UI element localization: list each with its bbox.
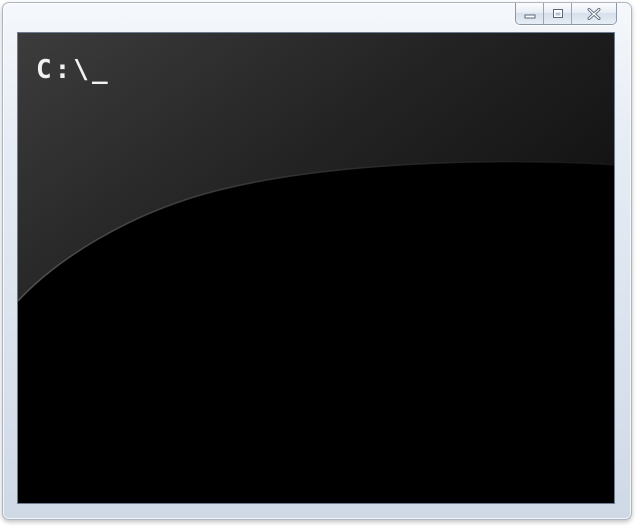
maximize-button[interactable]	[544, 3, 572, 24]
minimize-icon	[524, 14, 535, 18]
console-window: C:\_	[2, 2, 632, 520]
close-icon	[587, 7, 601, 20]
caption-buttons	[515, 3, 617, 25]
minimize-button[interactable]	[516, 3, 544, 24]
maximize-icon	[552, 8, 563, 18]
close-button[interactable]	[572, 3, 616, 24]
command-prompt[interactable]: C:\_	[36, 55, 111, 85]
glass-reflection	[18, 33, 614, 302]
console-area[interactable]: C:\_	[17, 32, 615, 504]
